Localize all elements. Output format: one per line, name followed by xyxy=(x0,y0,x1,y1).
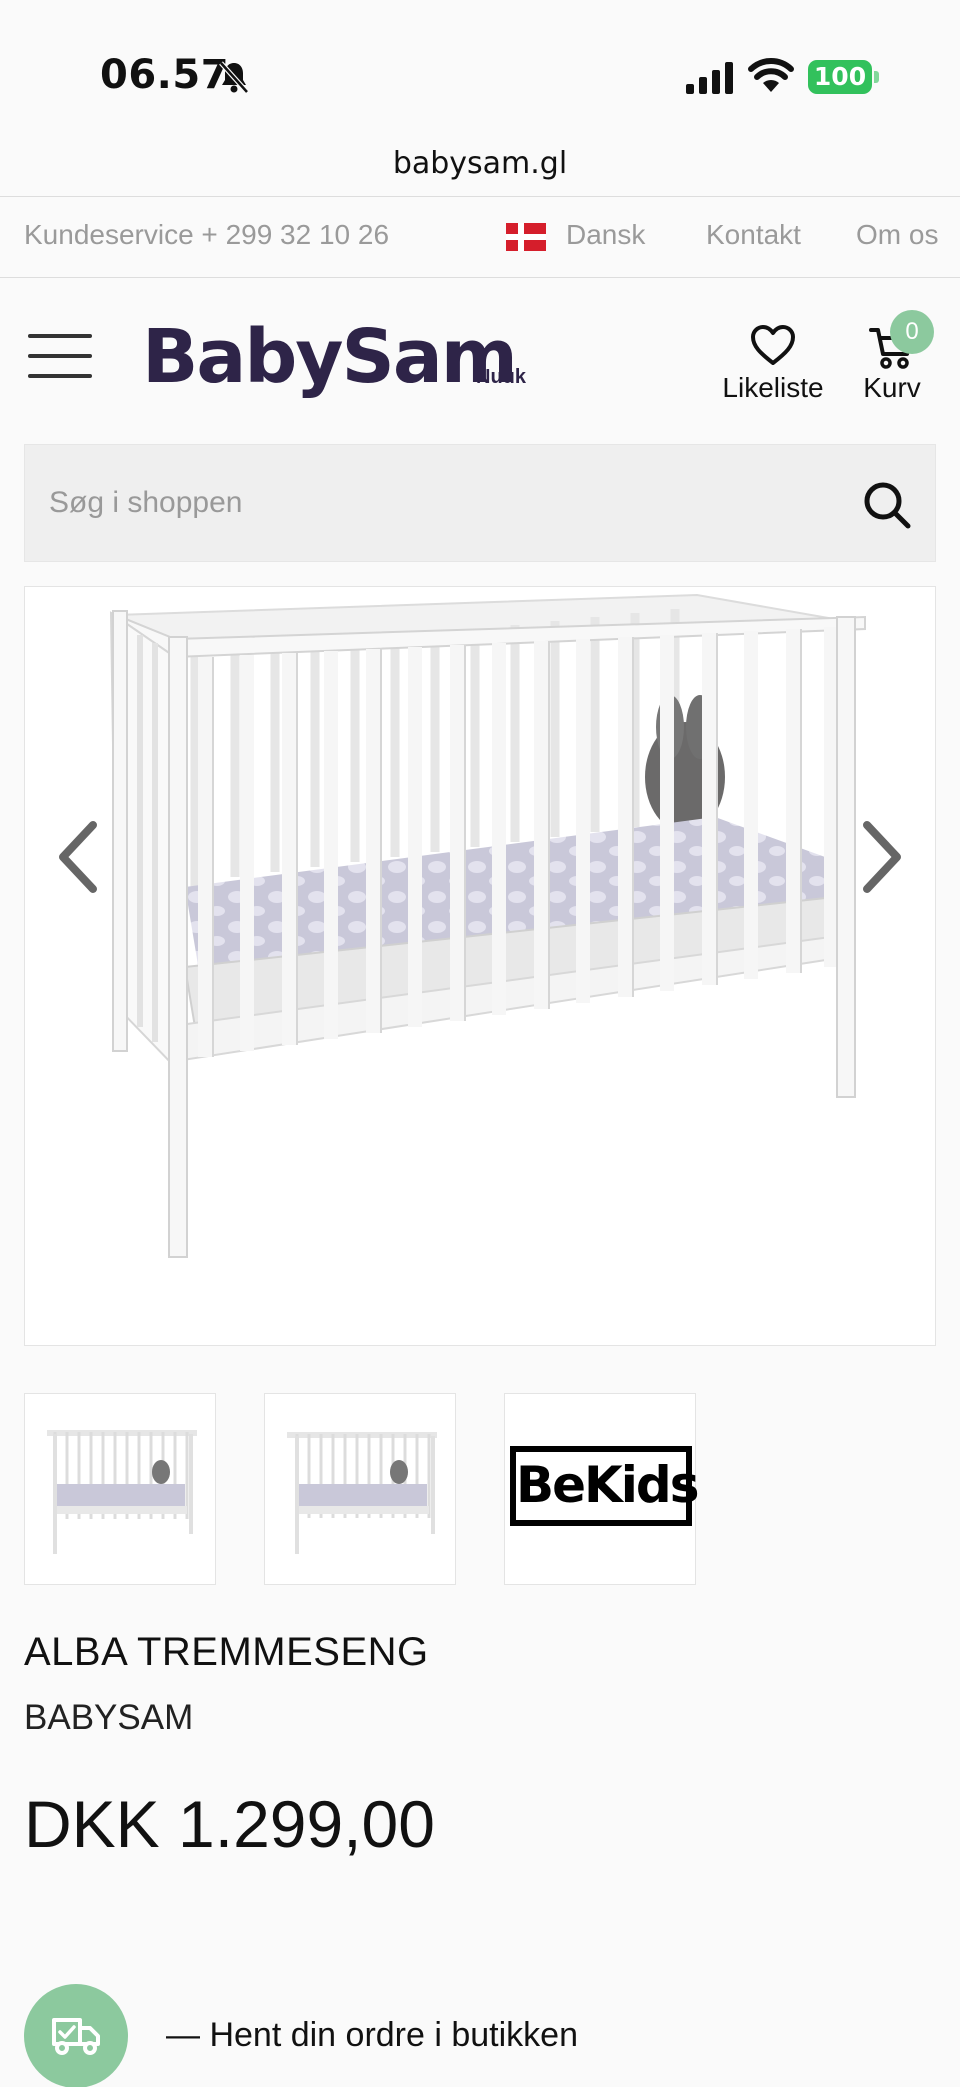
search-input[interactable] xyxy=(49,445,849,561)
wishlist-label: Likeliste xyxy=(722,372,824,403)
utility-bar: Kundeservice + 299 32 10 26 Dansk Kontak… xyxy=(0,196,960,278)
battery-tip xyxy=(874,71,879,83)
status-bar: 06.57 100 babysam.gl xyxy=(0,0,960,181)
heart-icon xyxy=(751,325,795,365)
address-bar-url[interactable]: babysam.gl xyxy=(0,146,960,181)
language-selector[interactable]: Dansk xyxy=(566,219,645,251)
status-time: 06.57 xyxy=(100,52,230,98)
product-title: ALBA TREMMESENG xyxy=(24,1630,429,1674)
pickup-text: — Hent din ordre i butikken xyxy=(166,2016,578,2054)
thumbnail-crib-image xyxy=(47,1430,197,1554)
cellular-signal-icon xyxy=(686,62,733,94)
logo-location: Nuuk xyxy=(476,366,526,388)
site-logo[interactable]: BabySam xyxy=(142,314,518,400)
contact-link[interactable]: Kontakt xyxy=(706,219,801,251)
wishlist-button[interactable]: Likeliste xyxy=(718,324,828,414)
bekids-logo: BeKids xyxy=(510,1446,699,1526)
danish-flag-icon[interactable] xyxy=(506,223,546,251)
battery-level: 100 xyxy=(808,60,872,94)
site-header: BabySam Nuuk Likeliste Kurv 0 xyxy=(0,278,960,442)
product-brand[interactable]: BABYSAM xyxy=(24,1698,193,1738)
search-bar xyxy=(24,444,936,562)
battery-indicator: 100 xyxy=(808,60,879,94)
gallery-next-arrow-icon[interactable] xyxy=(845,807,915,907)
gallery-prev-arrow-icon[interactable] xyxy=(45,807,115,907)
cart-count-badge: 0 xyxy=(890,310,934,354)
delivery-truck-icon xyxy=(24,1984,128,2087)
thumbnail-crib-2[interactable] xyxy=(264,1393,456,1585)
thumbnail-crib-image xyxy=(287,1432,437,1554)
thumbnail-crib-1[interactable] xyxy=(24,1393,216,1585)
product-price: DKK 1.299,00 xyxy=(24,1787,435,1861)
thumbnail-brand-logo[interactable]: BeKids xyxy=(504,1393,699,1585)
wifi-icon xyxy=(748,58,794,92)
hamburger-menu-icon[interactable] xyxy=(28,334,92,378)
customer-service-link[interactable]: Kundeservice + 299 32 10 26 xyxy=(24,219,389,251)
cart-button[interactable]: Kurv 0 xyxy=(852,310,934,414)
about-link[interactable]: Om os xyxy=(856,219,938,251)
bell-muted-icon xyxy=(219,61,249,94)
search-icon[interactable] xyxy=(861,479,913,531)
thumbnail-strip: BeKids xyxy=(24,1393,724,1585)
product-image-crib[interactable] xyxy=(25,587,936,1346)
cart-label: Kurv xyxy=(863,372,921,403)
product-image-gallery xyxy=(24,586,936,1346)
store-pickup-info: — Hent din ordre i butikken xyxy=(24,1984,936,2087)
